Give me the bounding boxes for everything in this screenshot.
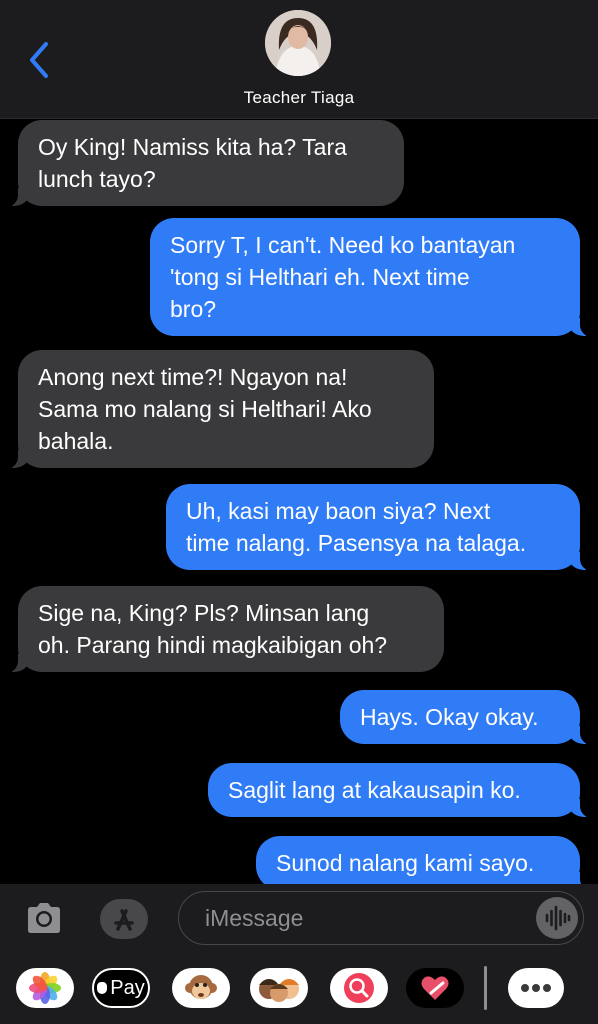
composer-bar: [0, 884, 598, 954]
waveform-icon: [545, 905, 571, 931]
message-bubble-outgoing[interactable]: Hays. Okay okay.: [340, 690, 592, 745]
photos-app-button[interactable]: [16, 968, 74, 1008]
message-input-field[interactable]: [178, 891, 584, 945]
contact-avatar[interactable]: [265, 10, 331, 76]
apple-pay-label: Pay: [110, 976, 145, 999]
back-button[interactable]: [22, 38, 58, 82]
apple-pay-button[interactable]: Pay: [92, 968, 150, 1008]
message-thread[interactable]: Oy King! Namiss kita ha? Tara lunch tayo…: [0, 118, 598, 884]
memoji-button[interactable]: [250, 968, 308, 1008]
camera-button[interactable]: [24, 900, 64, 936]
message-bubble-incoming[interactable]: Sige na, King? Pls? Minsan lang oh. Para…: [6, 586, 444, 673]
message-bubble-incoming[interactable]: Anong next time?! Ngayon na! Sama mo nal…: [6, 350, 434, 469]
monkey-icon: [185, 975, 217, 999]
contact-name[interactable]: Teacher Tiaga: [0, 88, 598, 108]
chevron-left-icon: [30, 42, 48, 78]
apple-logo-icon: [97, 982, 108, 994]
app-store-icon: [114, 909, 134, 931]
animoji-button[interactable]: [172, 968, 230, 1008]
message-input[interactable]: [203, 892, 527, 944]
message-bubble-outgoing[interactable]: Sorry T, I can't. Need ko bantayan 'tong…: [150, 218, 592, 337]
camera-icon: [28, 903, 60, 933]
photos-app-icon: [29, 972, 61, 1004]
message-bubble-outgoing[interactable]: Saglit lang at kakausapin ko.: [208, 763, 592, 818]
audio-message-button[interactable]: [536, 897, 578, 939]
message-bubble-incoming[interactable]: Oy King! Namiss kita ha? Tara lunch tayo…: [6, 120, 404, 207]
image-search-button[interactable]: [330, 968, 388, 1008]
digital-touch-button[interactable]: [406, 968, 464, 1008]
tray-divider: [484, 966, 487, 1010]
avatar-photo: [265, 10, 331, 76]
more-apps-button[interactable]: [508, 968, 564, 1008]
app-drawer: Pay: [0, 954, 598, 1024]
more-apps-icon: [521, 984, 551, 992]
image-search-icon: [344, 973, 374, 1003]
heart-icon: [421, 976, 449, 1000]
memoji-icon: [259, 979, 299, 1002]
conversation-header: Teacher Tiaga: [0, 0, 598, 119]
message-bubble-outgoing[interactable]: Sunod nalang kami sayo.: [256, 836, 592, 884]
message-bubble-outgoing[interactable]: Uh, kasi may baon siya? Next time nalang…: [166, 484, 592, 571]
app-store-button[interactable]: [100, 899, 148, 939]
